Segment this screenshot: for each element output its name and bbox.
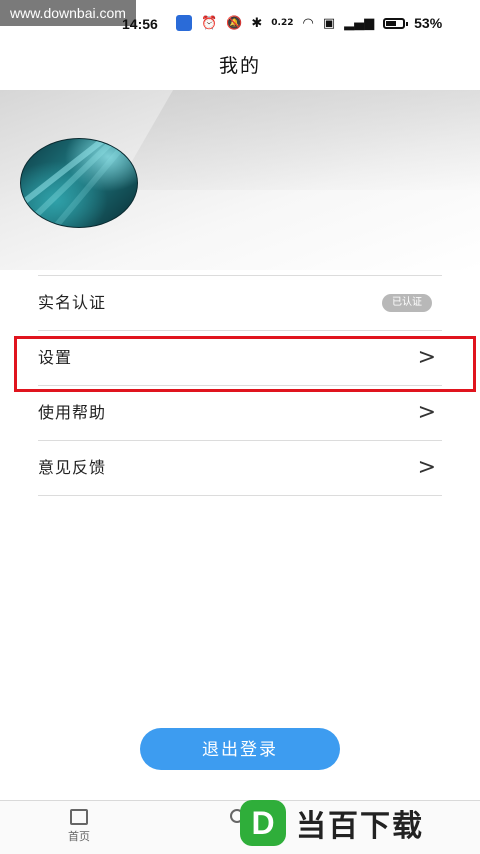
battery-icon xyxy=(383,17,409,29)
menu-item-settings[interactable]: 设置 > xyxy=(38,331,442,386)
chevron-right-icon: > xyxy=(417,455,436,480)
menu-item-real-name[interactable]: 实名认证 已认证 xyxy=(38,276,442,331)
profile-area xyxy=(0,90,480,270)
logo-text: 当百下载 xyxy=(296,808,424,844)
watermark-logo: D 当百下载 xyxy=(236,792,480,853)
status-icons: ⏰ 🔕 ✱ 0.22 ◠ ▣ ▂▄▆ 53% xyxy=(176,15,442,31)
battery-level: 53% xyxy=(414,15,443,31)
avatar[interactable] xyxy=(20,138,138,228)
status-bar: www.downbai.com 14:56 ⏰ 🔕 ✱ 0.22 ◠ ▣ ▂▄▆… xyxy=(0,0,480,44)
menu-item-label: 设置 xyxy=(38,348,73,367)
page-title: 我的 xyxy=(218,55,261,77)
menu-item-feedback[interactable]: 意见反馈 > xyxy=(38,441,442,496)
network-speed: 0.22 xyxy=(271,18,294,28)
chevron-right-icon: > xyxy=(417,400,436,425)
nav-home-label: 首页 xyxy=(68,830,90,843)
logout-button[interactable]: 退出登录 xyxy=(140,728,340,770)
home-icon xyxy=(70,809,88,825)
status-time: 14:56 xyxy=(122,16,158,32)
logo-d-icon: D xyxy=(240,799,286,846)
menu-list: 实名认证 已认证 设置 > 使用帮助 > 意见反馈 > xyxy=(38,275,442,496)
menu-item-label: 实名认证 xyxy=(38,293,107,312)
mute-icon: 🔕 xyxy=(226,15,243,31)
alarm-icon: ⏰ xyxy=(201,15,218,31)
nav-item-home[interactable]: 首页 xyxy=(56,809,102,851)
bluetooth-icon: ✱ xyxy=(251,15,263,31)
wifi-icon: ◠ xyxy=(302,15,314,31)
menu-item-help[interactable]: 使用帮助 > xyxy=(38,386,442,441)
verified-badge: 已认证 xyxy=(382,294,432,312)
watermark-url: www.downbai.com xyxy=(0,0,136,26)
avatar-pattern xyxy=(48,139,137,227)
app-notification-icon xyxy=(176,15,192,31)
sim-icon: ▣ xyxy=(322,15,336,31)
page-header: 我的 xyxy=(0,44,480,90)
menu-item-label: 使用帮助 xyxy=(38,403,107,422)
chevron-right-icon: > xyxy=(417,345,436,370)
menu-item-label: 意见反馈 xyxy=(38,458,107,477)
signal-icon: ▂▄▆ xyxy=(344,15,375,31)
